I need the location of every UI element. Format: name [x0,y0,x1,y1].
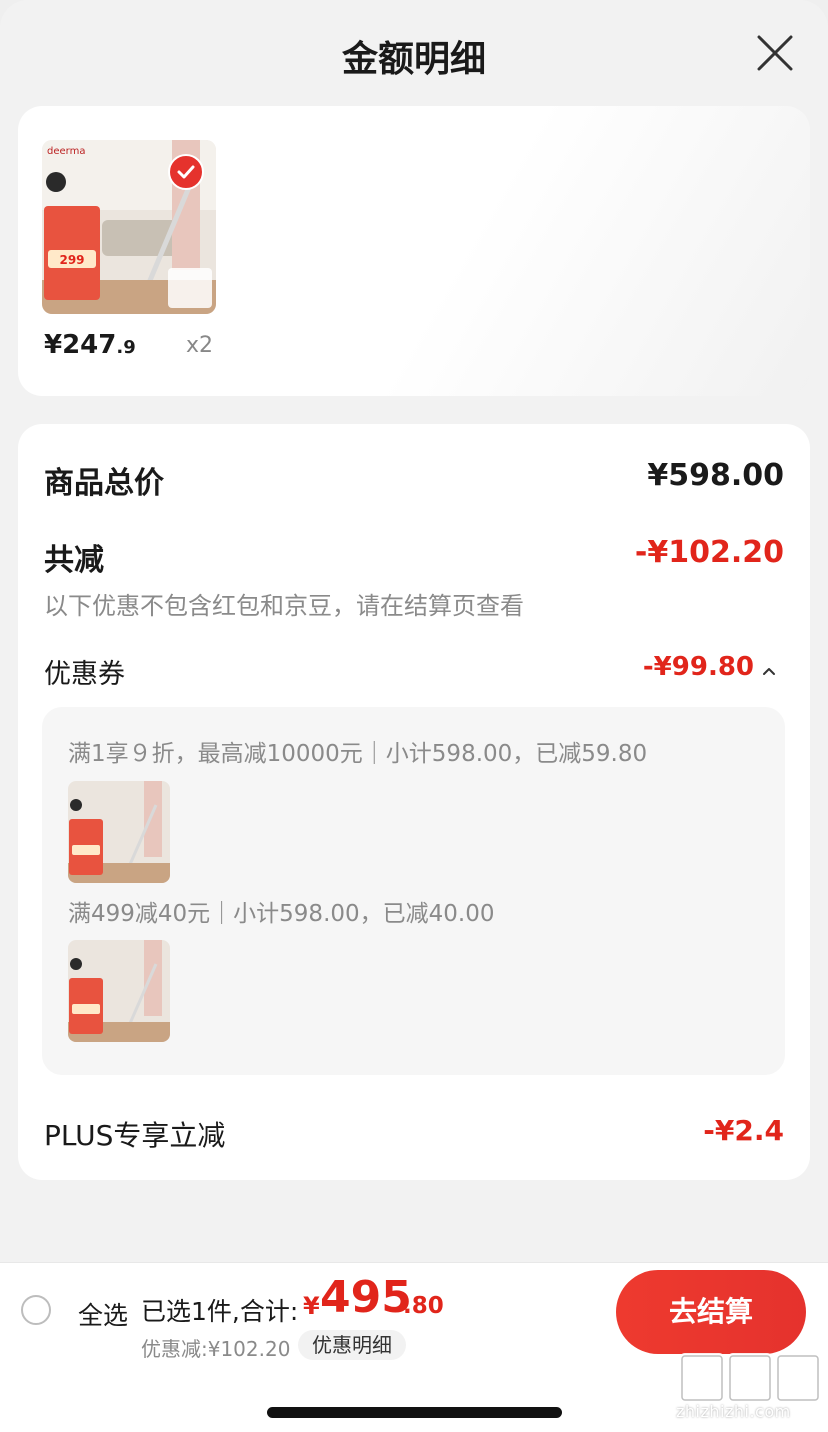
total-integer: 495 [320,1272,412,1323]
selected-count-text: 已选1件,合计: [141,1297,299,1326]
footer-discount-text: 优惠减:¥102.20 [141,1337,291,1361]
sheet-title: 金额明细 [341,39,486,80]
plus-discount-value: -¥2.4 [703,1114,784,1147]
vacuum-mini-image [68,781,170,883]
total-discount-value: -¥102.20 [634,535,784,570]
close-icon[interactable] [754,32,796,74]
coupon-rule-2: 满499减40元｜小计598.00，已减40.00 [68,901,495,927]
vacuum-mini-image [68,940,170,1042]
goods-total-label: 商品总价 [44,466,164,501]
discount-detail-button[interactable]: 优惠明细 [298,1330,406,1360]
promo-price-badge: 299 [59,253,84,267]
plus-discount-label: PLUS专享立减 [44,1119,226,1152]
coupon-rule-1: 满1享９折，最高减10000元｜小计598.00，已减59.80 [68,741,648,767]
chevron-up-icon[interactable] [762,664,776,678]
price-decimal: .9 [116,337,136,358]
brand-logo: deerma [47,146,85,157]
product-quantity: x2 [186,333,214,358]
total-discount-label: 共减 [44,543,104,578]
selected-check-icon[interactable] [168,154,204,190]
total-currency: ¥ [303,1292,320,1320]
price-integer: ¥247 [44,330,117,360]
discount-note: 以下优惠不包含红包和京豆，请在结算页查看 [44,592,524,620]
coupon-label[interactable]: 优惠券 [44,652,125,691]
product-price: ¥247.9 [44,330,136,360]
select-all-label[interactable]: 全选 [78,1296,128,1332]
total-decimal: .80 [403,1293,444,1319]
coupon-product-thumbnail-1 [68,781,170,883]
coupon-product-thumbnail-2 [68,940,170,1042]
checkout-button[interactable]: 去结算 [616,1270,806,1354]
home-indicator[interactable] [267,1407,562,1418]
select-all-radio[interactable] [21,1295,51,1325]
goods-total-value: ¥598.00 [647,458,784,493]
coupon-value[interactable]: -¥99.80 [614,652,754,682]
watermark-domain: zhizhizhi.com [676,1402,791,1421]
